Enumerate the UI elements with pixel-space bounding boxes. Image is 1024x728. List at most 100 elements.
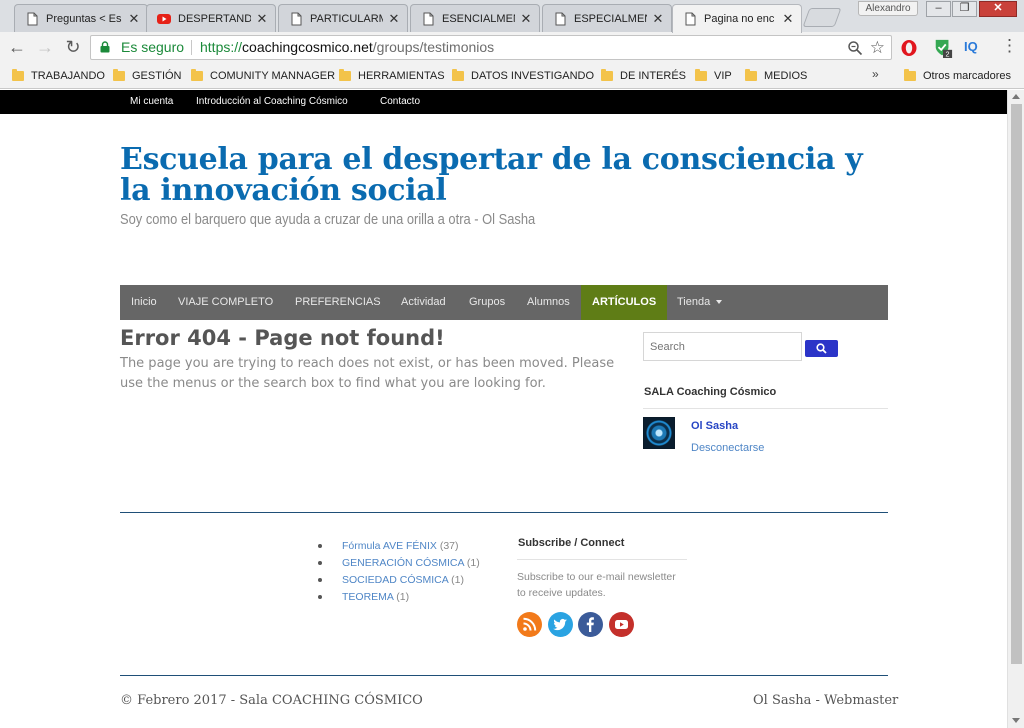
- search-input[interactable]: [643, 332, 802, 361]
- top-bar: Mi cuenta Introducción al Coaching Cósmi…: [0, 90, 1007, 114]
- minimize-button[interactable]: –: [926, 1, 951, 17]
- top-link-contacto[interactable]: Contacto: [380, 96, 420, 107]
- nav-grupos[interactable]: Grupos: [469, 285, 505, 320]
- bookmark-folder-herramientas[interactable]: HERRAMIENTAS: [339, 67, 445, 84]
- bookmark-folder-otros-marcadores[interactable]: Otros marcadores: [904, 67, 1011, 84]
- menu-kebab-icon[interactable]: ⋮: [1001, 37, 1018, 58]
- page-icon: [291, 12, 302, 25]
- category-count: (1): [466, 557, 480, 569]
- category-link[interactable]: SOCIEDAD CÓSMICA: [342, 574, 448, 586]
- maximize-button[interactable]: ❐: [952, 1, 977, 17]
- page-icon: [423, 12, 434, 25]
- address-bar[interactable]: Es seguro https://coachingcosmico.net/gr…: [90, 35, 892, 60]
- divider: [517, 559, 687, 560]
- category-link[interactable]: TEOREMA: [342, 591, 393, 603]
- close-icon[interactable]: ✕: [387, 11, 401, 27]
- top-link-introduccion[interactable]: Introducción al Coaching Cósmico: [196, 96, 348, 107]
- logout-link[interactable]: Desconectarse: [691, 442, 764, 454]
- bookmarks-overflow-button[interactable]: »: [872, 67, 879, 81]
- folder-icon: [904, 68, 916, 81]
- bookmark-label: COMUNITY MANNAGER: [210, 69, 336, 82]
- close-icon[interactable]: ✕: [127, 11, 141, 27]
- youtube-icon[interactable]: [609, 612, 634, 637]
- bookmark-folder-comunity-mannager[interactable]: COMUNITY MANNAGER: [191, 67, 335, 84]
- bookmark-label: DATOS INVESTIGANDO: [471, 69, 595, 82]
- divider: [643, 408, 888, 409]
- sidebar-heading: SALA Coaching Cósmico: [644, 386, 777, 398]
- bookmark-folder-de-interes[interactable]: DE INTERÉS: [601, 67, 686, 84]
- reload-button[interactable]: ↻: [62, 36, 84, 58]
- tab-despertando[interactable]: DESPERTANDO ✕: [146, 4, 276, 32]
- back-button[interactable]: ←: [6, 36, 28, 58]
- twitter-icon[interactable]: [548, 612, 573, 637]
- facebook-glyph: [586, 617, 594, 632]
- tab-preguntas[interactable]: Preguntas < Es ✕: [14, 4, 148, 32]
- nav-actividad[interactable]: Actividad: [401, 285, 446, 320]
- scroll-thumb[interactable]: [1011, 104, 1022, 664]
- tab-strip: Preguntas < Es ✕ DESPERTANDO ✕ PARTICULA…: [0, 0, 1024, 33]
- close-icon[interactable]: ✕: [651, 11, 665, 27]
- tab-title: DESPERTANDO: [178, 12, 251, 25]
- user-name-link[interactable]: Ol Sasha: [691, 420, 738, 432]
- site-title[interactable]: Escuela para el despertar de la conscien…: [120, 144, 880, 206]
- category-count: (1): [396, 591, 410, 603]
- tab-pagina-no-encontrada[interactable]: Pagina no enc ✕: [672, 4, 802, 33]
- bookmark-folder-medios[interactable]: MEDIOS: [745, 67, 807, 84]
- opera-vpn-icon[interactable]: [900, 38, 918, 58]
- nav-preferencias[interactable]: PREFERENCIAS: [295, 285, 381, 320]
- folder-icon: [601, 68, 613, 81]
- caret-down-icon: [716, 300, 723, 305]
- page-icon: [555, 12, 566, 25]
- category-link[interactable]: Fórmula AVE FÉNIX: [342, 540, 437, 552]
- new-tab-button[interactable]: [802, 8, 842, 27]
- search-icon: [816, 343, 827, 354]
- secure-label: Es seguro: [121, 39, 185, 55]
- iq-extension-icon[interactable]: IQ: [964, 38, 984, 58]
- page-scrollbar[interactable]: [1007, 90, 1024, 728]
- window-close-button[interactable]: ✕: [979, 1, 1017, 17]
- nav-inicio[interactable]: Inicio: [131, 285, 157, 320]
- nav-alumnos[interactable]: Alumnos: [527, 285, 570, 320]
- top-link-mi-cuenta[interactable]: Mi cuenta: [130, 96, 173, 107]
- youtube-icon: [157, 13, 171, 24]
- nav-tienda[interactable]: Tienda: [677, 285, 723, 320]
- bookmark-folder-vip[interactable]: VIP: [695, 67, 732, 84]
- zoom-icon[interactable]: [847, 40, 863, 56]
- page-icon: [685, 12, 696, 26]
- forward-button[interactable]: →: [34, 36, 56, 58]
- list-item: SOCIEDAD CÓSMICA (1): [318, 573, 480, 590]
- close-icon[interactable]: ✕: [255, 11, 269, 27]
- tab-title: Preguntas < Es: [46, 12, 122, 25]
- nav-articulos[interactable]: ARTÍCULOS: [581, 285, 668, 320]
- close-icon[interactable]: ✕: [781, 11, 795, 27]
- nav-viaje-completo[interactable]: VIAJE COMPLETO: [178, 285, 273, 320]
- shield-extension-icon[interactable]: 2: [933, 38, 953, 58]
- url-path: /groups/testimonios: [372, 39, 495, 55]
- close-icon[interactable]: ✕: [519, 11, 533, 27]
- bookmark-label: DE INTERÉS: [620, 69, 687, 82]
- bookmark-folder-gestion[interactable]: GESTIÓN: [113, 67, 182, 84]
- bookmark-folder-trabajando[interactable]: TRABAJANDO: [12, 67, 105, 84]
- bookmarks-bar: TRABAJANDO GESTIÓN COMUNITY MANNAGER HER…: [0, 62, 1024, 89]
- tab-esencialmen[interactable]: ESENCIALMEN ✕: [410, 4, 540, 32]
- list-item: GENERACIÓN CÓSMICA (1): [318, 556, 480, 573]
- page-viewport: Mi cuenta Introducción al Coaching Cósmi…: [0, 90, 1007, 728]
- scroll-down-arrow-icon[interactable]: [1012, 718, 1020, 723]
- scroll-up-arrow-icon[interactable]: [1012, 94, 1020, 99]
- tab-especialmen[interactable]: ESPECIALMEN ✕: [542, 4, 672, 32]
- bookmark-label: MEDIOS: [764, 69, 808, 82]
- bookmark-folder-datos-investigando[interactable]: DATOS INVESTIGANDO: [452, 67, 594, 84]
- folder-icon: [452, 68, 464, 81]
- folder-icon: [12, 68, 24, 81]
- category-count: (1): [451, 574, 464, 586]
- avatar[interactable]: [643, 417, 675, 449]
- bookmark-star-icon[interactable]: ☆: [870, 36, 885, 59]
- browser-toolbar: ← → ↻ Es seguro https://coachingcosmico.…: [0, 32, 1024, 62]
- profile-button[interactable]: Alexandro: [858, 1, 918, 16]
- divider: [120, 512, 888, 513]
- search-button[interactable]: [805, 340, 838, 357]
- tab-particularm[interactable]: PARTICULARM ✕: [278, 4, 408, 32]
- category-link[interactable]: GENERACIÓN CÓSMICA: [342, 557, 464, 569]
- rss-icon[interactable]: [517, 612, 542, 637]
- facebook-icon[interactable]: [578, 612, 603, 637]
